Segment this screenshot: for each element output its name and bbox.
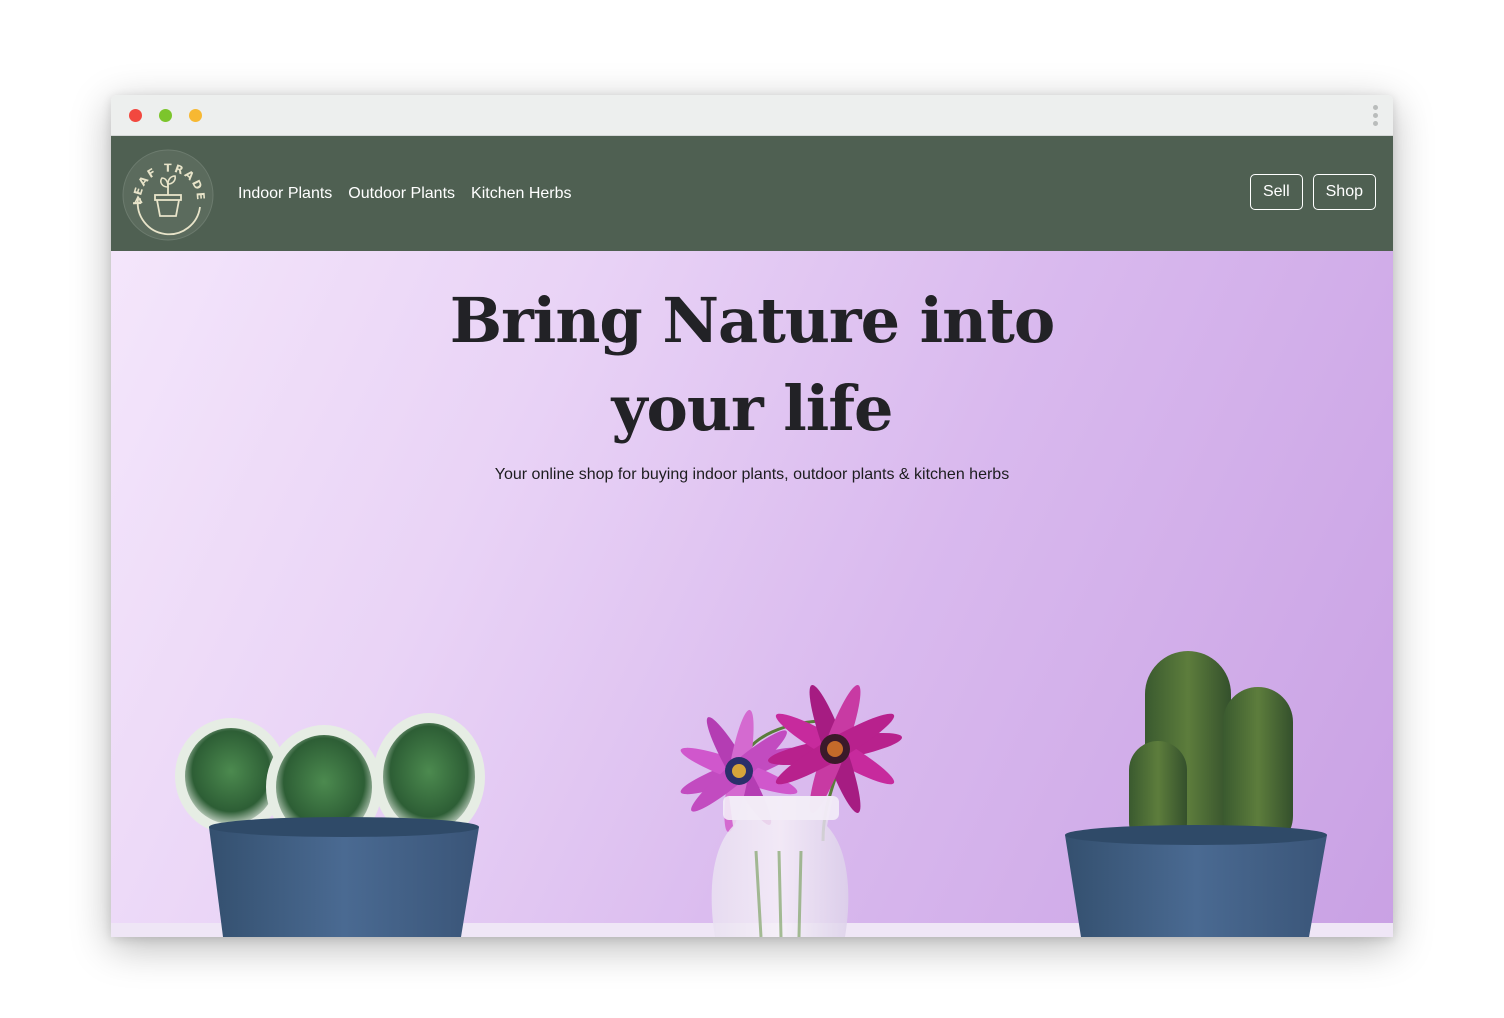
left-cactus-plant (175, 713, 485, 937)
close-dot[interactable] (129, 109, 142, 122)
maximize-dot[interactable] (159, 109, 172, 122)
hero-title-line-2: your life (611, 372, 894, 445)
hero-section: Bring Nature into your life Your online … (111, 251, 1393, 937)
minimize-dot[interactable] (189, 109, 202, 122)
nav-link-kitchen-herbs[interactable]: Kitchen Herbs (471, 185, 572, 203)
hero-title: Bring Nature into your life (111, 277, 1393, 453)
primary-nav: Indoor Plants Outdoor Plants Kitchen Her… (238, 136, 588, 251)
shop-button[interactable]: Shop (1312, 174, 1376, 210)
hero-subtitle: Your online shop for buying indoor plant… (494, 466, 1010, 483)
browser-window: LEAF TRADE Indoor Plants Outdoor Plants … (111, 95, 1393, 937)
window-titlebar (111, 95, 1393, 136)
right-cactus-plant (1065, 651, 1327, 937)
sell-button[interactable]: Sell (1249, 174, 1303, 210)
hero-title-line-1: Bring Nature into (449, 284, 1056, 357)
nav-link-indoor-plants[interactable]: Indoor Plants (238, 185, 332, 203)
site-navbar: LEAF TRADE Indoor Plants Outdoor Plants … (111, 136, 1393, 251)
sprout-pot-icon: LEAF TRADE (122, 149, 214, 241)
leaf-trade-logo[interactable]: LEAF TRADE (122, 149, 214, 241)
nav-actions: Sell Shop (1240, 174, 1376, 210)
kebab-menu-icon[interactable] (1371, 105, 1379, 129)
center-flower-vase (680, 684, 902, 937)
nav-link-outdoor-plants[interactable]: Outdoor Plants (348, 185, 455, 203)
